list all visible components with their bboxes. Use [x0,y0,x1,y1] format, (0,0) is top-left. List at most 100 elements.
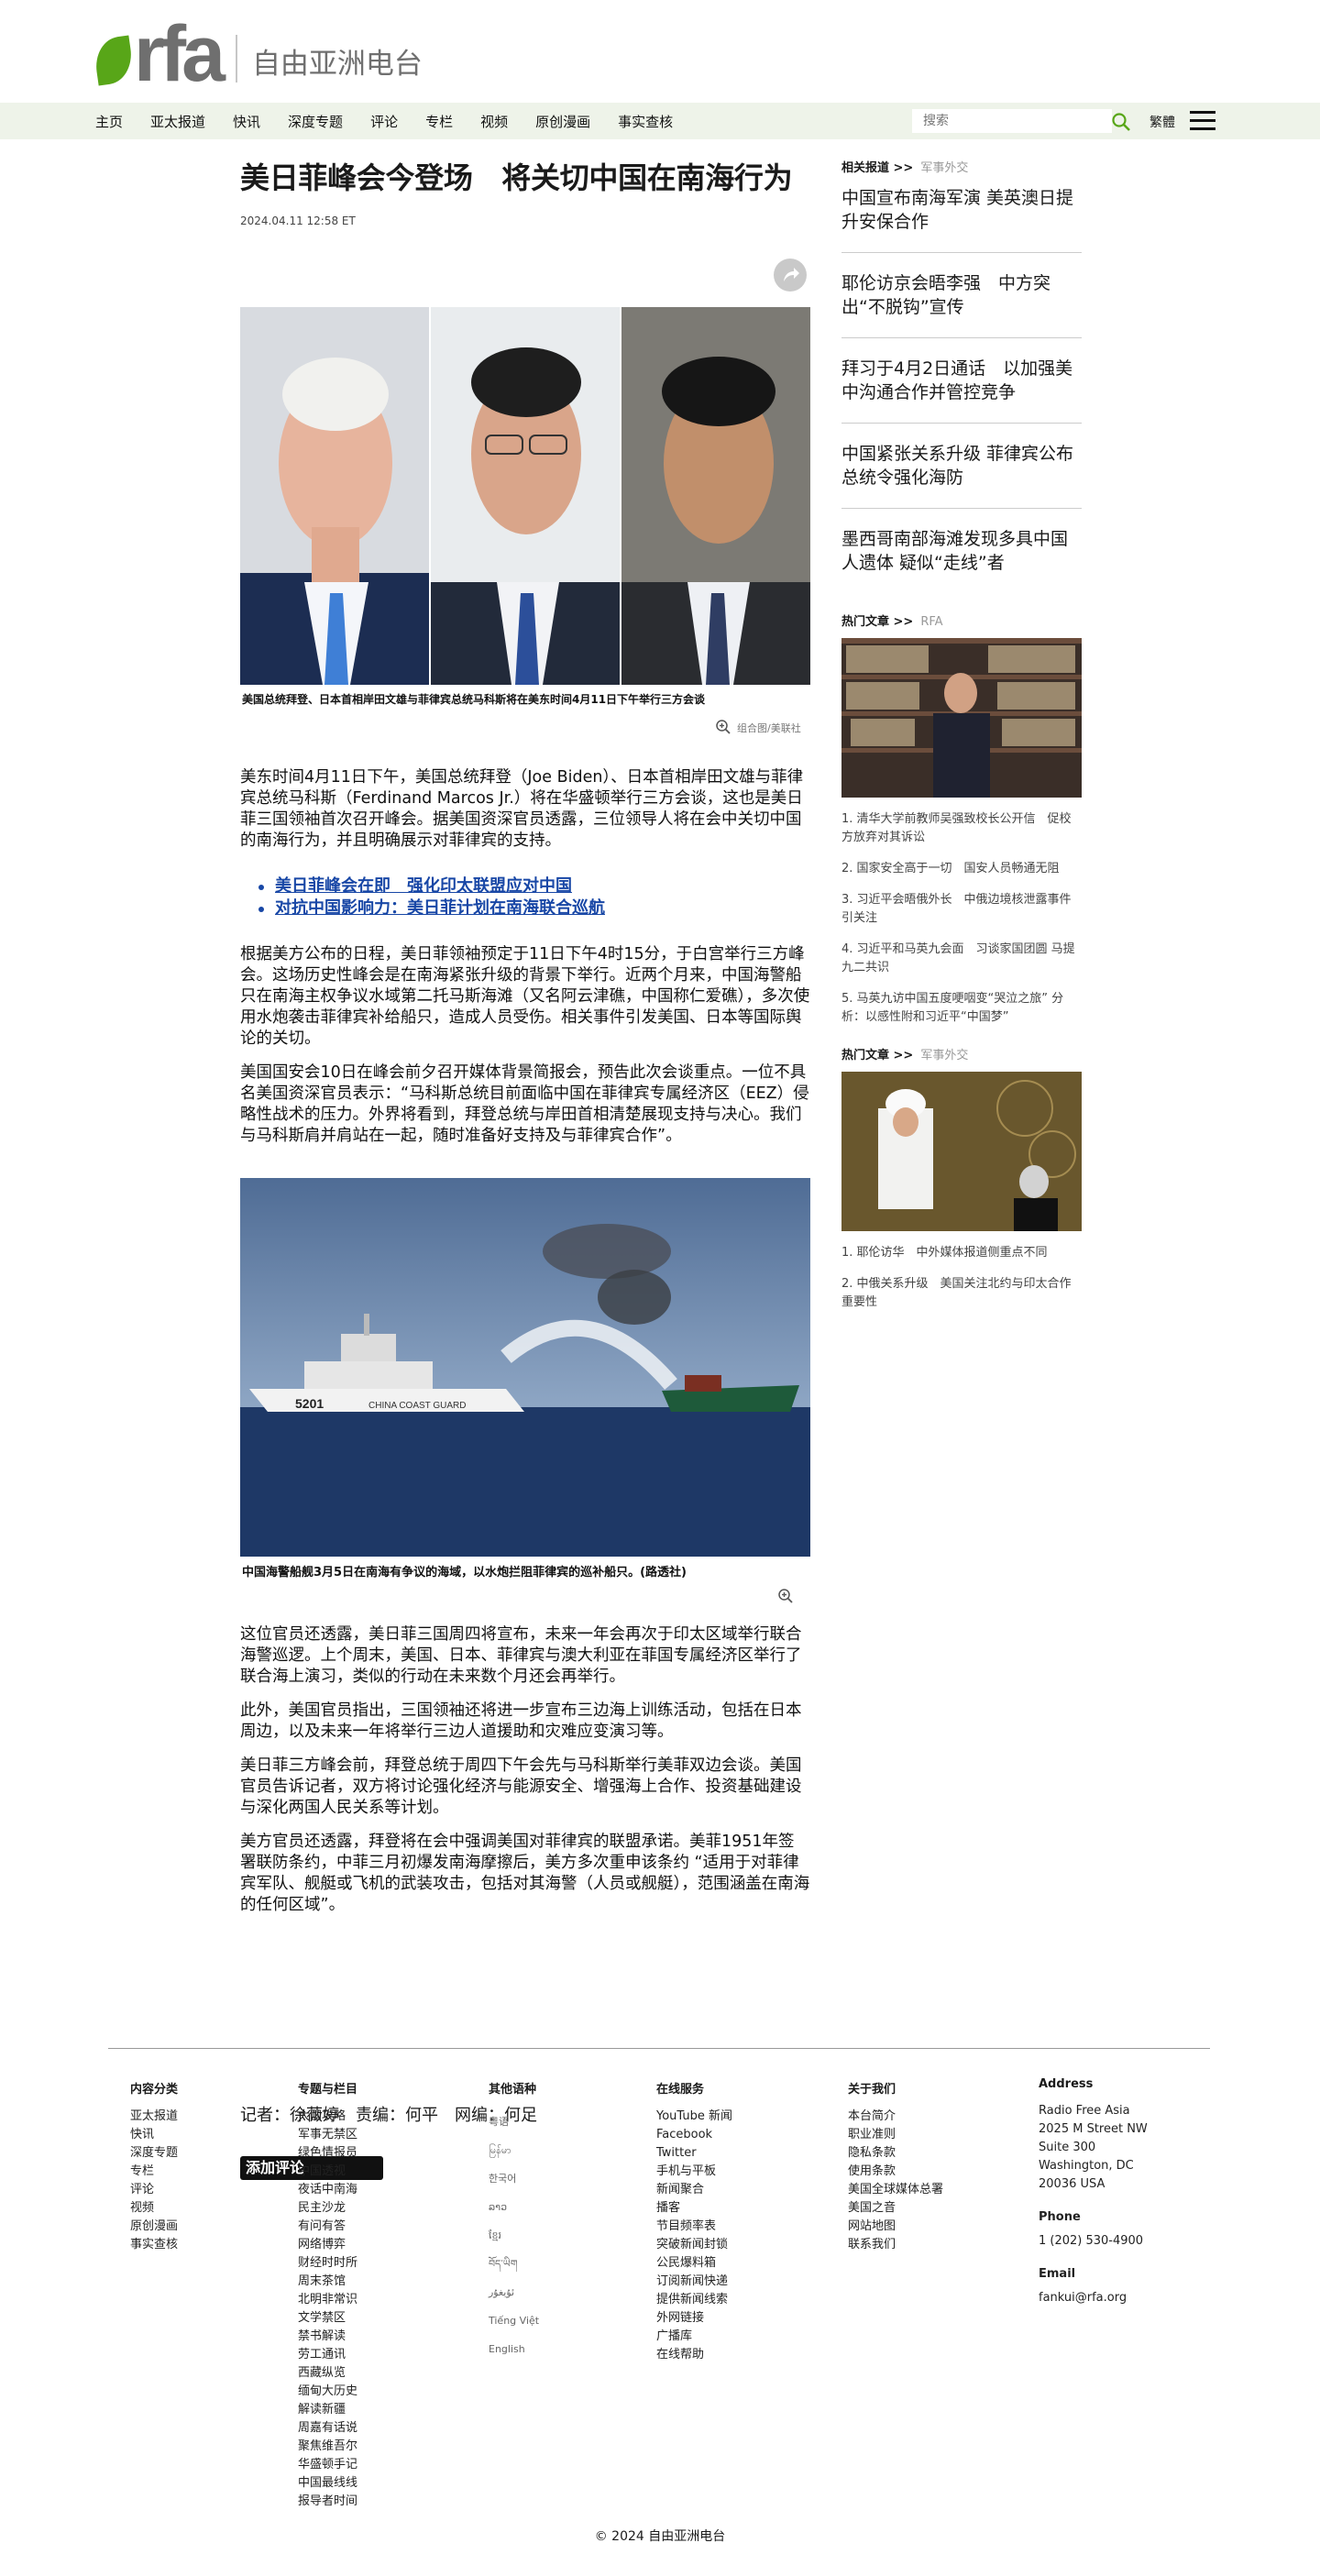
related-heading[interactable]: 相关报道 >> 军事外交 [842,158,1082,175]
footer-link[interactable]: 在线帮助 [656,2346,732,2364]
language-link[interactable]: ខ្មែរ [489,2221,539,2250]
footer-link[interactable]: 亚太报道 [130,2108,178,2126]
footer-link[interactable]: 有问有答 [298,2218,358,2236]
footer-link[interactable]: 中国最线线 [298,2474,358,2493]
language-link[interactable]: ລາວ [489,2193,539,2221]
hot-article-image[interactable] [842,638,1082,798]
related-item[interactable]: 耶伦访京会晤李强 中方突出“不脱钩”宣传 [842,271,1082,338]
hero-image-composite[interactable] [240,307,810,685]
footer-link[interactable]: 专栏 [130,2163,178,2181]
footer-link[interactable]: 大国攻略 [298,2108,358,2126]
rfa-logo[interactable]: rfa 自由亚洲电台 [92,15,423,94]
phone-number[interactable]: 1 (202) 530-4900 [1039,2232,1148,2251]
search-icon[interactable] [1111,112,1131,132]
related-link[interactable]: 对抗中国影响力：美日菲计划在南海联合巡航 [258,897,605,919]
footer-link[interactable]: 外网链接 [656,2309,732,2328]
footer-link[interactable]: 北明非常识 [298,2291,358,2309]
related-item[interactable]: 中国宣布南海军演 美英澳日提升安保合作 [842,186,1082,253]
related-tag[interactable]: 军事外交 [920,161,968,175]
language-link[interactable]: 粤语 [489,2108,539,2136]
footer-link[interactable]: 文学禁区 [298,2309,358,2328]
nav-item-asia-pacific[interactable]: 亚太报道 [150,112,205,131]
footer-link[interactable]: 快讯 [130,2126,178,2144]
footer-link[interactable]: 禁书解读 [298,2328,358,2346]
language-link[interactable]: Tiếng Việt [489,2306,539,2335]
footer-link[interactable]: 中国透视 [298,2163,358,2181]
hot-item[interactable]: 5. 马英九访中国五度哽咽变“哭泣之旅” 分析：以感性附和习近平“中国梦” [842,990,1082,1027]
footer-link[interactable]: 聚焦维吾尔 [298,2438,358,2456]
footer-link[interactable]: 事实查核 [130,2236,178,2254]
nav-item-fact-check[interactable]: 事实查核 [618,112,673,131]
nav-item-commentary[interactable]: 评论 [370,112,398,131]
footer-link[interactable]: 广播库 [656,2328,732,2346]
footer-link[interactable]: 解读新疆 [298,2401,358,2419]
footer-link[interactable]: 职业准则 [848,2126,943,2144]
footer-link[interactable]: 深度专题 [130,2144,178,2163]
nav-item-video[interactable]: 视频 [480,112,508,131]
footer-link[interactable]: 评论 [130,2181,178,2199]
traditional-chinese-toggle[interactable]: 繁體 [1150,113,1175,131]
footer-link[interactable]: Twitter [656,2144,732,2163]
footer-link[interactable]: 军事无禁区 [298,2126,358,2144]
footer-link[interactable]: YouTube 新闻 [656,2108,732,2126]
footer-link[interactable]: 本台简介 [848,2108,943,2126]
footer-link[interactable]: Facebook [656,2126,732,2144]
related-item[interactable]: 墨西哥南部海滩发现多具中国人遗体 疑似“走线”者 [842,527,1082,593]
search-input[interactable] [912,109,1112,133]
footer-link[interactable]: 报导者时间 [298,2493,358,2511]
footer-link[interactable]: 公民爆料箱 [656,2254,732,2273]
footer-link[interactable]: 绿色情报员 [298,2144,358,2163]
footer-link[interactable]: 夜话中南海 [298,2181,358,2199]
footer-link[interactable]: 西藏纵览 [298,2364,358,2383]
footer-link[interactable]: 美国全球媒体总署 [848,2181,943,2199]
hot-item[interactable]: 3. 习近平会晤俄外长 中俄边境核泄露事件引关注 [842,891,1082,928]
footer-link[interactable]: 提供新闻线索 [656,2291,732,2309]
footer-link[interactable]: 缅甸大历史 [298,2383,358,2401]
hot-item[interactable]: 2. 中俄关系升级 美国关注北约与印太合作重要性 [842,1275,1082,1312]
footer-link[interactable]: 播客 [656,2199,732,2218]
coast-guard-photo[interactable]: 5201 CHINA COAST GUARD [240,1178,810,1557]
related-item[interactable]: 拜习于4月2日通话 以加强美中沟通合作并管控竞争 [842,357,1082,424]
footer-link[interactable]: 订阅新闻快递 [656,2273,732,2291]
nav-item-cartoons[interactable]: 原创漫画 [535,112,590,131]
footer-link[interactable]: 隐私条款 [848,2144,943,2163]
related-link[interactable]: 美日菲峰会在即 强化印太联盟应对中国 [258,875,605,897]
language-link[interactable]: ئۇيغۇر [489,2278,539,2306]
nav-item-news-flash[interactable]: 快讯 [233,112,260,131]
nav-item-in-depth[interactable]: 深度专题 [288,112,343,131]
footer-link[interactable]: 周末茶馆 [298,2273,358,2291]
hamburger-menu-icon[interactable] [1190,111,1216,131]
language-link[interactable]: བོད་ཡིག [489,2250,539,2278]
footer-link[interactable]: 财经时时所 [298,2254,358,2273]
email-link[interactable]: fankui@rfa.org [1039,2289,1148,2307]
language-link[interactable]: 한국어 [489,2164,539,2193]
language-link[interactable]: English [489,2335,539,2363]
hot-heading-rfa[interactable]: 热门文章 >> RFA [842,611,1082,629]
footer-link[interactable]: 原创漫画 [130,2218,178,2236]
footer-link[interactable]: 周嘉有话说 [298,2419,358,2438]
footer-link[interactable]: 视频 [130,2199,178,2218]
hot-heading-military[interactable]: 热门文章 >> 军事外交 [842,1045,1082,1062]
hot-item[interactable]: 4. 习近平和马英九会面 习谈家国团圆 马提九二共识 [842,941,1082,977]
footer-link[interactable]: 突破新闻封锁 [656,2236,732,2254]
footer-link[interactable]: 华盛顿手记 [298,2456,358,2474]
footer-link[interactable]: 联系我们 [848,2236,943,2254]
hot-item[interactable]: 1. 耶伦访华 中外媒体报道侧重点不同 [842,1244,1082,1262]
footer-link[interactable]: 网络博弈 [298,2236,358,2254]
footer-link[interactable]: 节目频率表 [656,2218,732,2236]
footer-link[interactable]: 手机与平板 [656,2163,732,2181]
related-item[interactable]: 中国紧张关系升级 菲律宾公布总统令强化海防 [842,442,1082,509]
hot-tag-military[interactable]: 军事外交 [920,1049,968,1062]
hot-military-image[interactable] [842,1072,1082,1231]
nav-item-home[interactable]: 主页 [95,112,123,131]
footer-link[interactable]: 美国之音 [848,2199,943,2218]
hot-item[interactable]: 1. 清华大学前教师吴强致校长公开信 促校方放弃对其诉讼 [842,810,1082,847]
footer-link[interactable]: 民主沙龙 [298,2199,358,2218]
hot-item[interactable]: 2. 国家安全高于一切 国安人员畅通无阻 [842,860,1082,878]
nav-item-columns[interactable]: 专栏 [425,112,453,131]
zoom-in-icon[interactable] [777,1588,794,1604]
footer-link[interactable]: 网站地图 [848,2218,943,2236]
footer-link[interactable]: 使用条款 [848,2163,943,2181]
share-icon[interactable] [774,259,807,292]
footer-link[interactable]: 新闻聚合 [656,2181,732,2199]
